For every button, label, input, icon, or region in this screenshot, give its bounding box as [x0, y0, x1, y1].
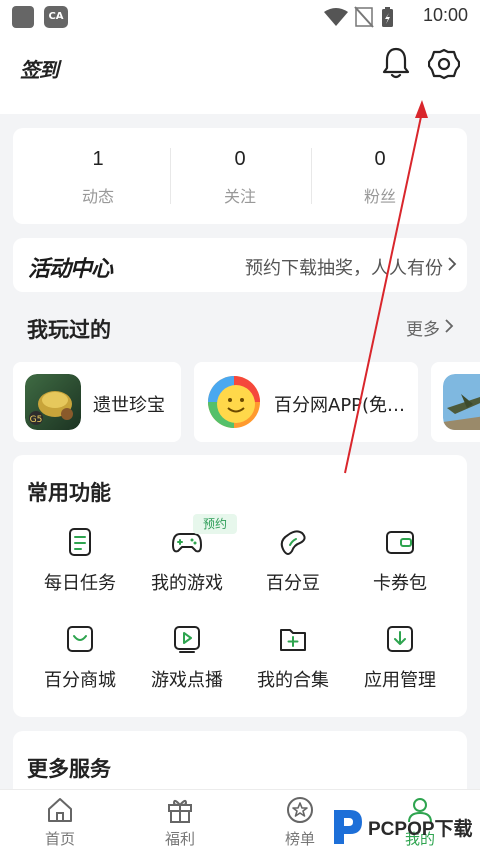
game-name: 百分网APP(免…	[274, 395, 406, 416]
star-badge-icon	[287, 797, 313, 823]
signin-button[interactable]: 签到	[20, 54, 59, 83]
stat-fans[interactable]: 0 粉丝	[305, 128, 455, 224]
status-bar: CA 10:00	[0, 0, 480, 34]
func-card-wallet[interactable]: 卡券包	[346, 527, 454, 607]
played-game-card[interactable]: 百分网APP(免…	[194, 362, 418, 442]
stats-card: 1 动态 0 关注 0 粉丝	[13, 128, 467, 224]
played-game-card[interactable]: G5 遗世珍宝	[13, 362, 181, 442]
treasure-game-icon: G5	[25, 374, 81, 430]
func-label: 我的游戏	[151, 573, 223, 594]
func-my-games[interactable]: 我的游戏	[133, 527, 241, 607]
clock: 10:00	[422, 5, 468, 25]
top-bar: 签到	[0, 34, 480, 114]
tab-label: 首页	[44, 830, 75, 848]
func-label: 我的合集	[257, 670, 329, 691]
func-label: 应用管理	[364, 670, 436, 691]
func-my-collection[interactable]: 我的合集	[239, 624, 347, 704]
bean-icon	[280, 530, 306, 555]
pcpop-logo-icon	[334, 810, 362, 844]
more-link[interactable]: 更多	[406, 315, 440, 340]
func-label: 百分商城	[44, 670, 116, 691]
folder-add-icon	[280, 629, 306, 651]
common-functions-card: 常用功能 每日任务 我的游戏 百分豆 卡券包 百分商城 游戏点播 我的合集 应用…	[13, 455, 467, 717]
gear-icon[interactable]	[428, 48, 460, 80]
stat-label: 关注	[223, 187, 256, 206]
gift-icon	[168, 799, 192, 823]
functions-title: 常用功能	[27, 481, 111, 505]
stat-value: 0	[234, 148, 246, 170]
ca-app-icon: CA	[44, 6, 68, 28]
notification-square-icon	[12, 6, 34, 28]
func-label: 百分豆	[266, 573, 320, 594]
tab-home[interactable]: 首页	[0, 790, 120, 853]
bell-icon[interactable]	[381, 46, 411, 80]
baifen-app-icon	[208, 376, 260, 428]
chevron-right-icon[interactable]	[444, 318, 454, 334]
tab-label: 福利	[164, 830, 195, 848]
watermark: PCPOP下载	[330, 806, 480, 850]
stat-value: 1	[92, 148, 104, 170]
watermark-text: PCPOP下载	[368, 819, 473, 840]
services-title: 更多服务	[27, 757, 111, 781]
played-section-title: 我玩过的	[27, 318, 111, 342]
svg-text:G5: G5	[30, 415, 43, 425]
download-icon	[387, 626, 413, 652]
stat-value: 0	[374, 148, 386, 170]
func-shop[interactable]: 百分商城	[26, 624, 134, 704]
play-icon	[174, 626, 200, 653]
tab-welfare[interactable]: 福利	[120, 790, 240, 853]
wallet-icon	[386, 531, 414, 554]
func-label: 每日任务	[44, 573, 116, 594]
func-daily-tasks[interactable]: 每日任务	[26, 527, 134, 607]
stat-posts[interactable]: 1 动态	[23, 128, 173, 224]
home-icon	[48, 798, 72, 822]
signal-icons	[324, 6, 393, 28]
activity-title: 活动中心	[28, 257, 113, 282]
played-game-card[interactable]	[431, 362, 480, 442]
stat-label: 粉丝	[363, 187, 396, 206]
func-label: 游戏点播	[151, 670, 223, 691]
chevron-right-icon	[448, 257, 457, 271]
task-icon	[69, 528, 91, 556]
game-name: 遗世珍宝	[93, 395, 165, 416]
func-game-play[interactable]: 游戏点播	[133, 624, 241, 704]
stat-following[interactable]: 0 关注	[165, 128, 315, 224]
activity-center-banner[interactable]: 活动中心 预约下载抽奖，人人有份	[13, 238, 467, 292]
stat-label: 动态	[81, 187, 114, 206]
shop-icon	[67, 626, 93, 652]
func-label: 卡券包	[373, 573, 427, 594]
plane-game-icon	[443, 374, 480, 430]
func-baifen-beans[interactable]: 百分豆	[239, 527, 347, 607]
func-app-manage[interactable]: 应用管理	[346, 624, 454, 704]
reservation-badge: 预约	[193, 514, 237, 534]
activity-description: 预约下载抽奖，人人有份	[245, 258, 443, 279]
